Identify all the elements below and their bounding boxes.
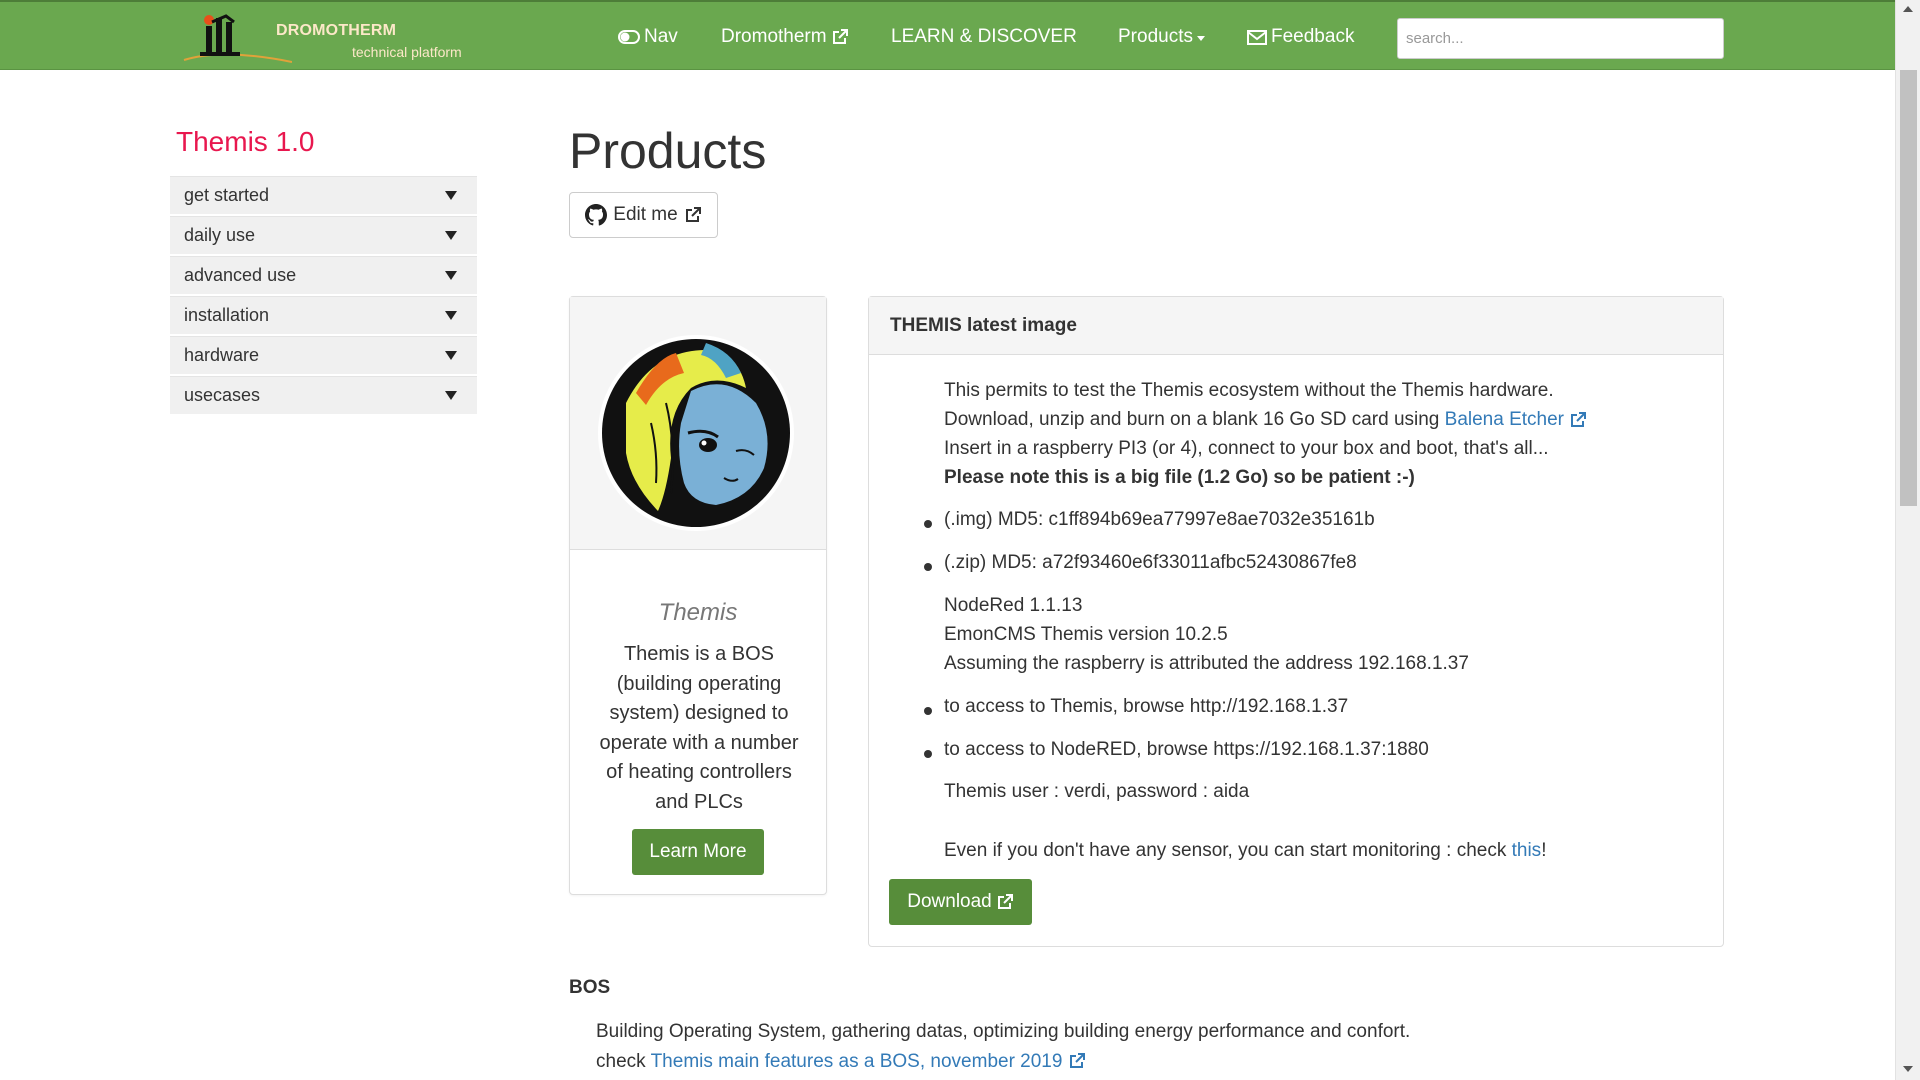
emoncms-version: EmonCMS Themis version 10.2.5 <box>944 624 1228 645</box>
search-input[interactable] <box>1397 18 1724 59</box>
external-link-icon <box>1571 411 1587 427</box>
themis-logo-icon <box>598 335 794 531</box>
panel-line: This permits to test the Themis ecosyste… <box>944 380 1554 401</box>
top-navbar: DROMOTHERM technical platform Nav Dromot… <box>0 0 1895 70</box>
external-link-icon <box>1069 1053 1085 1069</box>
nodered-version: NodeRed 1.1.13 <box>944 595 1083 616</box>
page-scrollbar[interactable] <box>1895 0 1920 1080</box>
scrollbar-thumb[interactable] <box>1900 70 1917 506</box>
caret-down-icon <box>445 351 457 360</box>
md5-img: (.img) MD5: c1ff894b69ea77997e8ae7032e35… <box>944 509 1375 530</box>
download-label: Download <box>907 891 992 912</box>
caret-down-icon <box>445 271 457 280</box>
panel-text: ! <box>1541 840 1547 861</box>
nav-toggle-link[interactable]: Nav <box>618 26 678 48</box>
sidebar-item-hardware[interactable]: hardware <box>170 336 477 374</box>
sidebar-item-label: usecases <box>184 385 261 405</box>
scroll-up-arrow-icon[interactable] <box>1903 6 1913 12</box>
product-description: Themis is a BOS (building operating syst… <box>599 643 799 813</box>
sidebar-item-advanced-use[interactable]: advanced use <box>170 256 477 294</box>
product-name: Themis <box>658 599 738 626</box>
nav-label: Dromotherm <box>721 26 827 47</box>
address-note: Assuming the raspberry is attributed the… <box>944 653 1469 674</box>
themis-features-link[interactable]: Themis main features as a BOS, november … <box>651 1051 1086 1072</box>
access-nodered: to access to NodeRED, browse https://192… <box>944 739 1429 760</box>
bos-description: Building Operating System, gathering dat… <box>596 1017 1410 1076</box>
panel-text: Even if you don't have any sensor, you c… <box>944 840 1512 861</box>
envelope-icon <box>1247 29 1267 45</box>
product-card-themis: Themis Themis is a BOS (building operati… <box>569 296 827 895</box>
learn-more-button[interactable]: Learn More <box>632 829 764 875</box>
bos-text: check <box>596 1050 651 1072</box>
download-button[interactable]: Download <box>889 879 1032 925</box>
toggle-icon <box>618 30 640 44</box>
access-themis: to access to Themis, browse http://192.1… <box>944 696 1349 717</box>
nav-label: LEARN & DISCOVER <box>891 26 1077 47</box>
external-link-icon <box>832 29 848 44</box>
bos-heading: BOS <box>569 977 611 998</box>
brand-title: DROMOTHERM <box>276 22 397 39</box>
bos-line: Building Operating System, gathering dat… <box>596 1021 1411 1042</box>
sidebar-item-installation[interactable]: installation <box>170 296 477 334</box>
nav-label: Nav <box>644 26 678 47</box>
panel-note: Please note this is a big file (1.2 Go) … <box>944 467 1415 488</box>
external-link-icon <box>997 894 1013 909</box>
balena-etcher-link[interactable]: Balena Etcher <box>1445 409 1588 430</box>
bullet-icon <box>924 707 932 715</box>
caret-down-icon <box>445 391 457 400</box>
sidebar-menu: get started daily use advanced use insta… <box>170 176 477 416</box>
nav-products-dropdown[interactable]: Products <box>1118 26 1205 48</box>
sidebar-title: Themis 1.0 <box>176 126 315 157</box>
nav-label: Products <box>1118 26 1193 47</box>
nav-label: Feedback <box>1271 26 1355 47</box>
caret-down-icon <box>445 231 457 240</box>
product-image-area <box>570 297 826 550</box>
sidebar-item-usecases[interactable]: usecases <box>170 376 477 414</box>
sidebar-item-label: advanced use <box>184 265 297 285</box>
nav-feedback-link[interactable]: Feedback <box>1247 26 1354 48</box>
monitoring-note: Even if you don't have any sensor, you c… <box>944 836 1546 866</box>
brand-subtitle: technical platform <box>352 44 462 60</box>
sidebar-item-get-started[interactable]: get started <box>170 176 477 214</box>
edit-me-button[interactable]: Edit me <box>569 192 718 238</box>
external-link-icon <box>685 207 701 222</box>
credentials: Themis user : verdi, password : aida <box>944 781 1250 802</box>
panel-heading: THEMIS latest image <box>869 297 1723 355</box>
edit-me-label: Edit me <box>613 204 678 225</box>
nav-learn-discover-link[interactable]: LEARN & DISCOVER <box>891 26 1077 48</box>
bos-line: check Themis main features as a BOS, nov… <box>596 1047 1410 1077</box>
page-title: Products <box>569 123 767 179</box>
nav-dromotherm-link[interactable]: Dromotherm <box>721 26 849 48</box>
sidebar-item-label: get started <box>184 185 270 205</box>
bullet-icon <box>924 563 932 571</box>
brand-link[interactable]: DROMOTHERM technical platform <box>182 8 482 66</box>
panel-line: Download, unzip and burn on a blank 16 G… <box>944 405 1587 435</box>
panel-line: Insert in a raspberry PI3 (or 4), connec… <box>944 438 1549 459</box>
caret-down-icon <box>445 311 457 320</box>
bullet-icon <box>924 520 932 528</box>
bullet-icon <box>924 750 932 758</box>
caret-down-icon <box>445 191 457 200</box>
sidebar-item-label: installation <box>184 305 270 325</box>
link-label: Themis main features as a BOS, november … <box>650 1050 1063 1072</box>
panel-text: Download, unzip and burn on a blank 16 G… <box>944 409 1445 430</box>
monitoring-link[interactable]: this <box>1512 840 1542 861</box>
caret-down-icon <box>1196 36 1205 41</box>
sidebar-item-daily-use[interactable]: daily use <box>170 216 477 254</box>
github-icon <box>585 204 608 226</box>
md5-zip: (.zip) MD5: a72f93460e6f33011afbc5243086… <box>944 552 1357 573</box>
themis-image-panel: THEMIS latest image This permits to test… <box>868 296 1724 947</box>
scroll-down-arrow-icon[interactable] <box>1903 1066 1913 1072</box>
sidebar-item-label: hardware <box>184 345 260 365</box>
sidebar-item-label: daily use <box>184 225 256 245</box>
link-label: Balena Etcher <box>1444 409 1565 430</box>
